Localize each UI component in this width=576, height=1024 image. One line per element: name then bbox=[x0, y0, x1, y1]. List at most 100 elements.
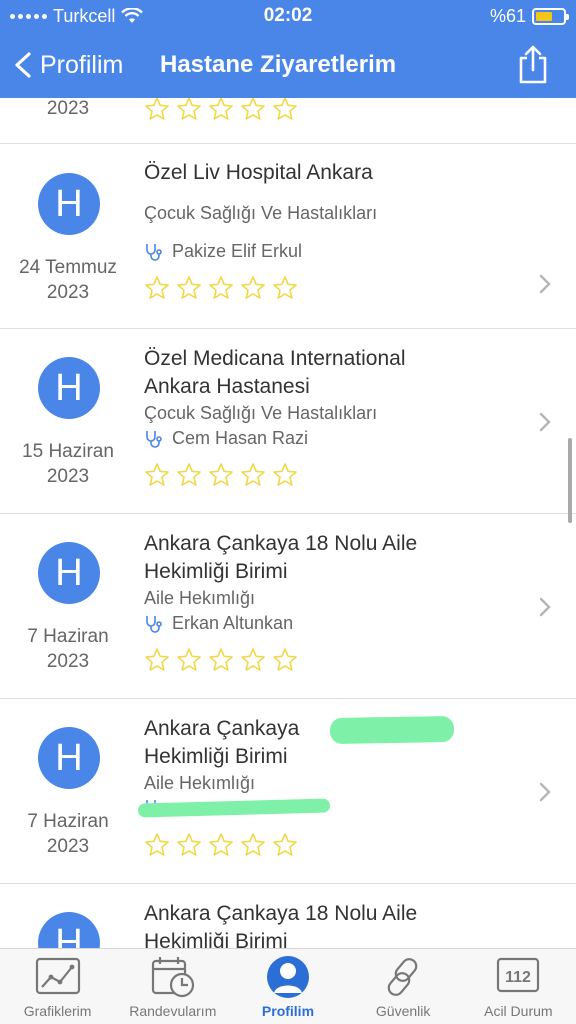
hospital-name-line1: Ankara Çankaya 18 Nolu Aile bbox=[144, 902, 418, 925]
visit-date-day: 24 Temmuz bbox=[19, 257, 117, 278]
emergency-number: 112 bbox=[505, 969, 531, 986]
star-icon[interactable] bbox=[272, 98, 298, 122]
tab-guvenlik[interactable]: Güvenlik bbox=[346, 949, 461, 1024]
visit-date-year: 2023 bbox=[46, 466, 90, 487]
chevron-right-icon[interactable] bbox=[538, 273, 552, 295]
visit-date-day: 15 Haziran bbox=[22, 441, 114, 462]
star-icon[interactable] bbox=[208, 275, 234, 301]
star-icon[interactable] bbox=[176, 275, 202, 301]
star-icon[interactable] bbox=[176, 98, 202, 122]
back-label: Profilim bbox=[40, 50, 124, 79]
star-icon[interactable] bbox=[240, 832, 266, 858]
rating-stars[interactable] bbox=[144, 462, 298, 488]
star-icon[interactable] bbox=[208, 832, 234, 858]
hospital-name-line1: Özel Medicana International bbox=[144, 347, 406, 370]
scrollbar[interactable] bbox=[568, 438, 572, 523]
star-icon[interactable] bbox=[240, 462, 266, 488]
visits-list[interactable]: 2023 H 24 Temmuz 2023 Özel Liv Hospital … bbox=[0, 98, 576, 948]
hospital-name: Ankara Çankaya 18 Nolu Aile Hekimliği Bi… bbox=[144, 900, 524, 948]
profile-icon bbox=[266, 956, 309, 998]
hospital-name: Özel Medicana International Ankara Hasta… bbox=[144, 345, 524, 401]
department: Çocuk Sağlığı Ve Hastalıkları bbox=[144, 203, 378, 223]
star-icon[interactable] bbox=[272, 462, 298, 488]
star-icon[interactable] bbox=[272, 647, 298, 673]
department: Çocuk Sağlığı Ve Hastalıkları bbox=[144, 403, 378, 423]
star-icon[interactable] bbox=[208, 462, 234, 488]
emergency-112-icon: 112 bbox=[497, 957, 540, 993]
hospital-name: Ankara Çankaya 18 Nolu Aile Hekimliği Bi… bbox=[144, 530, 524, 586]
star-icon[interactable] bbox=[176, 832, 202, 858]
visit-date: 7 Haziran 2023 bbox=[0, 809, 136, 859]
star-icon[interactable] bbox=[144, 462, 170, 488]
rating-stars[interactable] bbox=[144, 832, 298, 858]
visit-date-year: 2023 bbox=[46, 651, 90, 672]
doctor: Erkan Altunkan bbox=[144, 613, 293, 634]
tab-acil-durum[interactable]: 112 Acil Durum bbox=[461, 949, 576, 1024]
star-icon[interactable] bbox=[240, 275, 266, 301]
tab-label: Grafiklerim bbox=[23, 1003, 92, 1019]
star-icon[interactable] bbox=[240, 647, 266, 673]
calendar-clock-icon bbox=[151, 957, 194, 998]
visit-row[interactable]: H 24 Temmuz 2023 Özel Liv Hospital Ankar… bbox=[0, 144, 576, 329]
visit-date-year: 2023 bbox=[46, 98, 90, 119]
star-icon[interactable] bbox=[144, 275, 170, 301]
star-icon[interactable] bbox=[144, 832, 170, 858]
visit-row[interactable]: H Ankara Çankaya 18 Nolu Aile Hekimliği … bbox=[0, 884, 576, 948]
doctor-name: Cem Hasan Razi bbox=[172, 428, 309, 448]
redaction-mark bbox=[329, 715, 455, 745]
status-bar: Turkcell 02:02 %61 bbox=[0, 0, 576, 32]
visit-date-year: 2023 bbox=[46, 836, 90, 857]
visit-date: 2023 bbox=[0, 98, 136, 121]
chevron-right-icon[interactable] bbox=[538, 596, 552, 618]
visit-row[interactable]: H 15 Haziran 2023 Özel Medicana Internat… bbox=[0, 329, 576, 514]
visit-date-day: 7 Haziran bbox=[27, 811, 109, 832]
nav-bar: Profilim Hastane Ziyaretlerim bbox=[0, 32, 576, 98]
chevron-right-icon[interactable] bbox=[538, 411, 552, 433]
stethoscope-icon bbox=[146, 430, 162, 448]
stethoscope-icon bbox=[146, 615, 162, 633]
star-icon[interactable] bbox=[144, 98, 170, 122]
hospital-avatar: H bbox=[38, 727, 100, 789]
hospital-avatar: H bbox=[38, 542, 100, 604]
hospital-name-line1: Ankara Çankaya 18 Nolu Aile bbox=[144, 532, 418, 555]
chevron-right-icon[interactable] bbox=[538, 781, 552, 803]
tab-label: Acil Durum bbox=[484, 1003, 553, 1019]
hospital-avatar: H bbox=[38, 173, 100, 235]
star-icon[interactable] bbox=[272, 832, 298, 858]
share-icon[interactable] bbox=[516, 44, 550, 84]
app-header: Turkcell 02:02 %61 Profilim Hastane Ziya… bbox=[0, 0, 576, 98]
chevron-left-icon bbox=[15, 52, 31, 78]
tab-label: Profilim bbox=[261, 1003, 315, 1019]
rating-stars[interactable] bbox=[144, 275, 298, 301]
battery-level bbox=[535, 11, 552, 21]
star-icon[interactable] bbox=[176, 462, 202, 488]
tab-label: Güvenlik bbox=[375, 1003, 431, 1019]
star-icon[interactable] bbox=[176, 647, 202, 673]
star-icon[interactable] bbox=[240, 98, 266, 122]
rating-stars[interactable] bbox=[144, 98, 298, 122]
tab-randevularim[interactable]: Randevularım bbox=[115, 949, 230, 1024]
doctor: Pakize Elif Erkul bbox=[144, 241, 302, 262]
star-icon[interactable] bbox=[272, 275, 298, 301]
visit-date: 7 Haziran 2023 bbox=[0, 624, 136, 674]
visit-row[interactable]: H 7 Haziran 2023 Ankara Çankaya 18 Nolu … bbox=[0, 514, 576, 699]
star-icon[interactable] bbox=[144, 647, 170, 673]
tab-profilim[interactable]: Profilim bbox=[230, 949, 345, 1024]
visit-row[interactable]: H 7 Haziran 2023 Ankara Çankaya Hekimliğ… bbox=[0, 699, 576, 884]
visit-date: 24 Temmuz 2023 bbox=[0, 255, 136, 305]
star-icon[interactable] bbox=[208, 98, 234, 122]
visit-row[interactable]: 2023 bbox=[0, 98, 576, 144]
tab-grafiklerim[interactable]: Grafiklerim bbox=[0, 949, 115, 1024]
back-button[interactable]: Profilim bbox=[0, 51, 123, 80]
star-icon[interactable] bbox=[208, 647, 234, 673]
doctor-name: Erkan Altunkan bbox=[172, 613, 294, 633]
visit-date-day: 7 Haziran bbox=[27, 626, 109, 647]
status-left: Turkcell bbox=[10, 6, 200, 27]
tab-bar: Grafiklerim Randevularım Profilim Güvenl… bbox=[0, 948, 576, 1024]
visit-date: 15 Haziran 2023 bbox=[0, 439, 136, 489]
hospital-avatar: H bbox=[38, 912, 100, 948]
department: Aile Hekımlığı bbox=[144, 773, 256, 793]
rating-stars[interactable] bbox=[144, 647, 298, 673]
hospital-name-line2: Hekimliği Birimi bbox=[144, 745, 288, 768]
status-right: %61 bbox=[376, 6, 569, 27]
